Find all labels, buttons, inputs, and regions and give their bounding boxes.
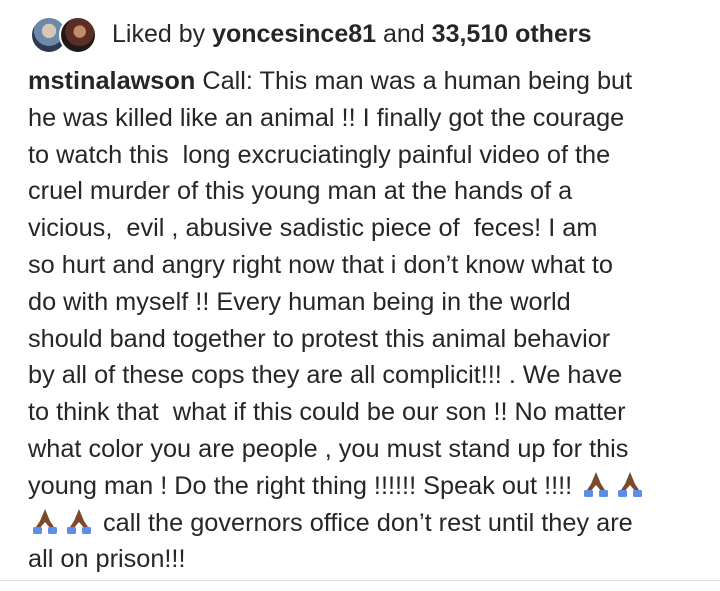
- caption-line: by all of these cops they are all compli…: [28, 361, 623, 390]
- caption-username-link[interactable]: mstinalawson: [28, 67, 195, 95]
- folded-hands-icon: [615, 470, 645, 498]
- caption-text: Call: This man was a human being but: [195, 67, 633, 95]
- folded-hands-icon: [64, 507, 94, 535]
- liker-username-link[interactable]: yoncesince81: [212, 20, 376, 48]
- liked-by-prefix: Liked by: [112, 20, 213, 48]
- folded-hands-icon: [581, 470, 611, 498]
- likes-count-link[interactable]: 33,510 others: [432, 20, 592, 48]
- caption-line: should band together to protest this ani…: [28, 324, 611, 353]
- caption-text: young man ! Do the right thing !!!!!! Sp…: [28, 471, 580, 500]
- caption-line: cruel murder of this young man at the ha…: [28, 177, 573, 206]
- caption-line: to watch this long excruciatingly painfu…: [28, 140, 611, 169]
- caption-line: call the governors office don’t rest unt…: [28, 505, 696, 542]
- liked-by-connector: and: [376, 20, 432, 48]
- likes-row: Liked by yoncesince81 and 33,510 others: [30, 14, 710, 54]
- avatar[interactable]: [59, 16, 97, 54]
- caption-line: what color you are people , you must sta…: [28, 434, 629, 463]
- caption-line: he was killed like an animal !! I finall…: [28, 103, 625, 132]
- caption-text: call the governors office don’t rest unt…: [96, 508, 633, 537]
- post-caption: mstinalawson Call: This man was a human …: [28, 63, 696, 578]
- caption-line: so hurt and angry right now that i don’t…: [28, 250, 613, 279]
- divider: [0, 580, 720, 581]
- caption-line: mstinalawson Call: This man was a human …: [28, 63, 696, 100]
- liker-avatars[interactable]: [30, 14, 100, 54]
- caption-line: do with myself !! Every human being in t…: [28, 287, 571, 316]
- liked-by-text: Liked by yoncesince81 and 33,510 others: [112, 14, 592, 54]
- caption-line: to think that what if this could be our …: [28, 398, 626, 427]
- caption-line: young man ! Do the right thing !!!!!! Sp…: [28, 468, 696, 505]
- folded-hands-icon: [30, 507, 60, 535]
- caption-line: vicious, evil , abusive sadistic piece o…: [28, 214, 598, 243]
- caption-line: all on prison!!!: [28, 545, 186, 574]
